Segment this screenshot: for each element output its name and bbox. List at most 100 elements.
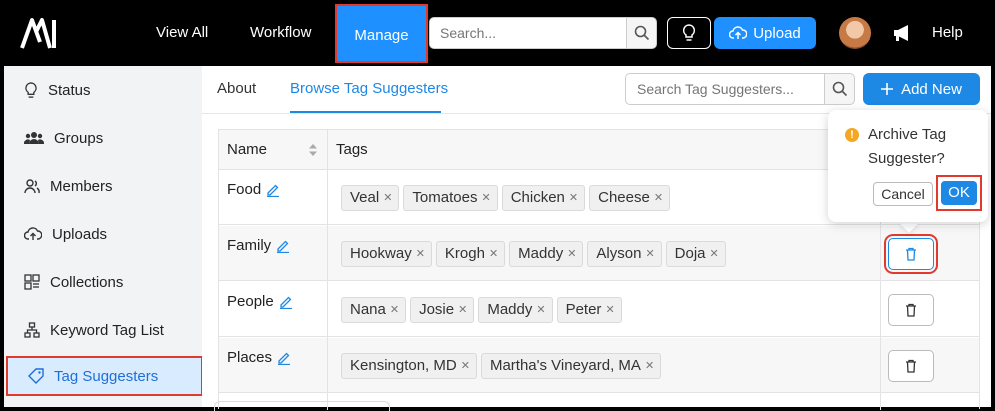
tag-label: Maddy — [487, 301, 533, 318]
add-new-label: Add New — [901, 80, 962, 98]
sidebar-item-uploads[interactable]: Uploads — [4, 214, 202, 254]
tag-chip: Josie ✕ — [410, 297, 475, 323]
tag-label: Krogh — [444, 245, 485, 262]
suggester-name: Places — [227, 349, 273, 366]
sidebar-item-tag-suggesters[interactable]: Tag Suggesters — [6, 356, 203, 396]
column-header-name[interactable]: Name — [227, 130, 267, 170]
sort-icon[interactable] — [308, 143, 318, 157]
remove-tag-icon[interactable]: ✕ — [710, 241, 719, 267]
nav-view-all[interactable]: View All — [156, 0, 208, 66]
nav-help[interactable]: Help — [932, 0, 963, 66]
sidebar-item-status[interactable]: Status — [4, 70, 202, 110]
tag-suggester-search-input[interactable] — [625, 73, 825, 105]
global-search-input[interactable] — [429, 17, 627, 49]
tag-chip: Nana ✕ — [341, 297, 407, 323]
ok-button[interactable]: OK — [941, 181, 977, 205]
nav-workflow[interactable]: Workflow — [250, 0, 311, 66]
megaphone-icon[interactable] — [892, 24, 912, 42]
sidebar-item-groups[interactable]: Groups — [4, 118, 202, 158]
app-logo[interactable] — [18, 14, 64, 52]
edit-icon[interactable] — [277, 351, 291, 365]
edit-icon[interactable] — [266, 183, 280, 197]
tag-suggester-search-button[interactable] — [824, 73, 855, 105]
sidebar-item-label: Members — [50, 177, 113, 195]
remove-tag-icon[interactable]: ✕ — [458, 297, 467, 323]
suggester-name: People — [227, 293, 274, 310]
hierarchy-icon — [24, 322, 40, 338]
tag-list: Nana ✕ Josie ✕ Maddy ✕ Peter ✕ — [341, 297, 622, 323]
tag-list: Kensington, MD ✕ Martha's Vineyard, MA ✕ — [341, 353, 662, 379]
lightbulb-icon — [25, 81, 37, 98]
remove-tag-icon[interactable]: ✕ — [569, 185, 578, 211]
tag-chip: Kensington, MD ✕ — [341, 353, 477, 379]
trash-icon — [906, 359, 916, 373]
app-window: View All Workflow Manage Upload Help Sta… — [0, 0, 995, 411]
table-row: Places Kensington, MD ✕ Martha's Vineyard… — [219, 338, 979, 393]
tag-label: Cheese — [598, 189, 650, 206]
upload-button[interactable]: Upload — [714, 17, 816, 49]
tag-chip: Krogh ✕ — [435, 241, 506, 267]
archive-button[interactable] — [884, 234, 938, 274]
remove-tag-icon[interactable]: ✕ — [654, 185, 663, 211]
upload-label: Upload — [753, 24, 801, 42]
ok-button-highlight: OK — [936, 175, 982, 211]
row-name: Family — [227, 237, 290, 254]
remove-tag-icon[interactable]: ✕ — [605, 297, 614, 323]
tab-browse-tag-suggesters[interactable]: Browse Tag Suggesters — [290, 80, 448, 97]
archive-confirm-popover: ! Archive Tag Suggester? Cancel OK — [828, 110, 988, 222]
remove-tag-icon[interactable]: ✕ — [390, 297, 399, 323]
cancel-button[interactable]: Cancel — [873, 182, 933, 206]
user-avatar[interactable] — [839, 17, 871, 49]
sidebar-item-label: Collections — [50, 273, 124, 291]
tag-label: Maddy — [518, 245, 564, 262]
edit-icon[interactable] — [279, 295, 293, 309]
tag-label: Peter — [565, 301, 602, 318]
lightbulb-icon — [682, 24, 696, 41]
tag-chip: Tomatoes ✕ — [403, 185, 498, 211]
tips-button[interactable] — [667, 17, 711, 49]
edit-icon[interactable] — [276, 239, 290, 253]
tag-label: Martha's Vineyard, MA — [489, 357, 641, 374]
remove-tag-icon[interactable]: ✕ — [567, 241, 576, 267]
remove-tag-icon[interactable]: ✕ — [416, 241, 425, 267]
sidebar-item-keyword-tag-list[interactable]: Keyword Tag List — [4, 310, 202, 350]
tag-chip: Doja ✕ — [665, 241, 726, 267]
archive-button[interactable] — [888, 350, 934, 382]
nav-manage[interactable]: Manage — [335, 4, 428, 63]
remove-tag-icon[interactable]: ✕ — [645, 353, 654, 379]
tag-chip: Maddy ✕ — [478, 297, 553, 323]
tab-about[interactable]: About — [217, 80, 256, 97]
remove-tag-icon[interactable]: ✕ — [481, 185, 490, 211]
tag-list: Veal ✕ Tomatoes ✕ Chicken ✕ Cheese ✕ — [341, 185, 671, 211]
warning-icon: ! — [845, 128, 859, 142]
remove-tag-icon[interactable]: ✕ — [489, 241, 498, 267]
pagination-control[interactable] — [214, 401, 390, 411]
sidebar-item-label: Tag Suggesters — [54, 367, 159, 385]
remove-tag-icon[interactable]: ✕ — [461, 353, 470, 379]
row-name: Places — [227, 349, 291, 366]
tag-label: Kensington, MD — [350, 357, 457, 374]
global-search-button[interactable] — [626, 17, 657, 49]
tag-label: Doja — [674, 245, 706, 262]
remove-tag-icon[interactable]: ✕ — [645, 241, 654, 267]
remove-tag-icon[interactable]: ✕ — [536, 297, 545, 323]
table-row: People Nana ✕ Josie ✕ Maddy ✕ Peter ✕ — [219, 282, 979, 337]
tag-label: Veal — [350, 189, 380, 206]
members-icon — [24, 178, 40, 193]
tag-label: Chicken — [510, 189, 565, 206]
add-new-button[interactable]: Add New — [863, 73, 980, 105]
table-row: Family Hookway ✕ Krogh ✕ Maddy ✕ Alyson ✕ Do… — [219, 226, 979, 281]
tag-chip: Maddy ✕ — [509, 241, 584, 267]
sidebar-item-collections[interactable]: Collections — [4, 262, 202, 302]
remove-tag-icon[interactable]: ✕ — [383, 185, 392, 211]
users-icon — [24, 132, 44, 144]
search-icon — [832, 81, 847, 97]
sidebar: Status Groups Members Uploads Collection… — [4, 66, 203, 407]
sidebar-item-label: Keyword Tag List — [50, 321, 164, 339]
tag-list: Hookway ✕ Krogh ✕ Maddy ✕ Alyson ✕ Doja ✕ — [341, 241, 726, 267]
column-header-tags: Tags — [336, 141, 368, 158]
tag-chip: Alyson ✕ — [587, 241, 662, 267]
sidebar-item-members[interactable]: Members — [4, 166, 202, 206]
suggester-name: Food — [227, 181, 262, 198]
archive-button[interactable] — [888, 294, 934, 326]
